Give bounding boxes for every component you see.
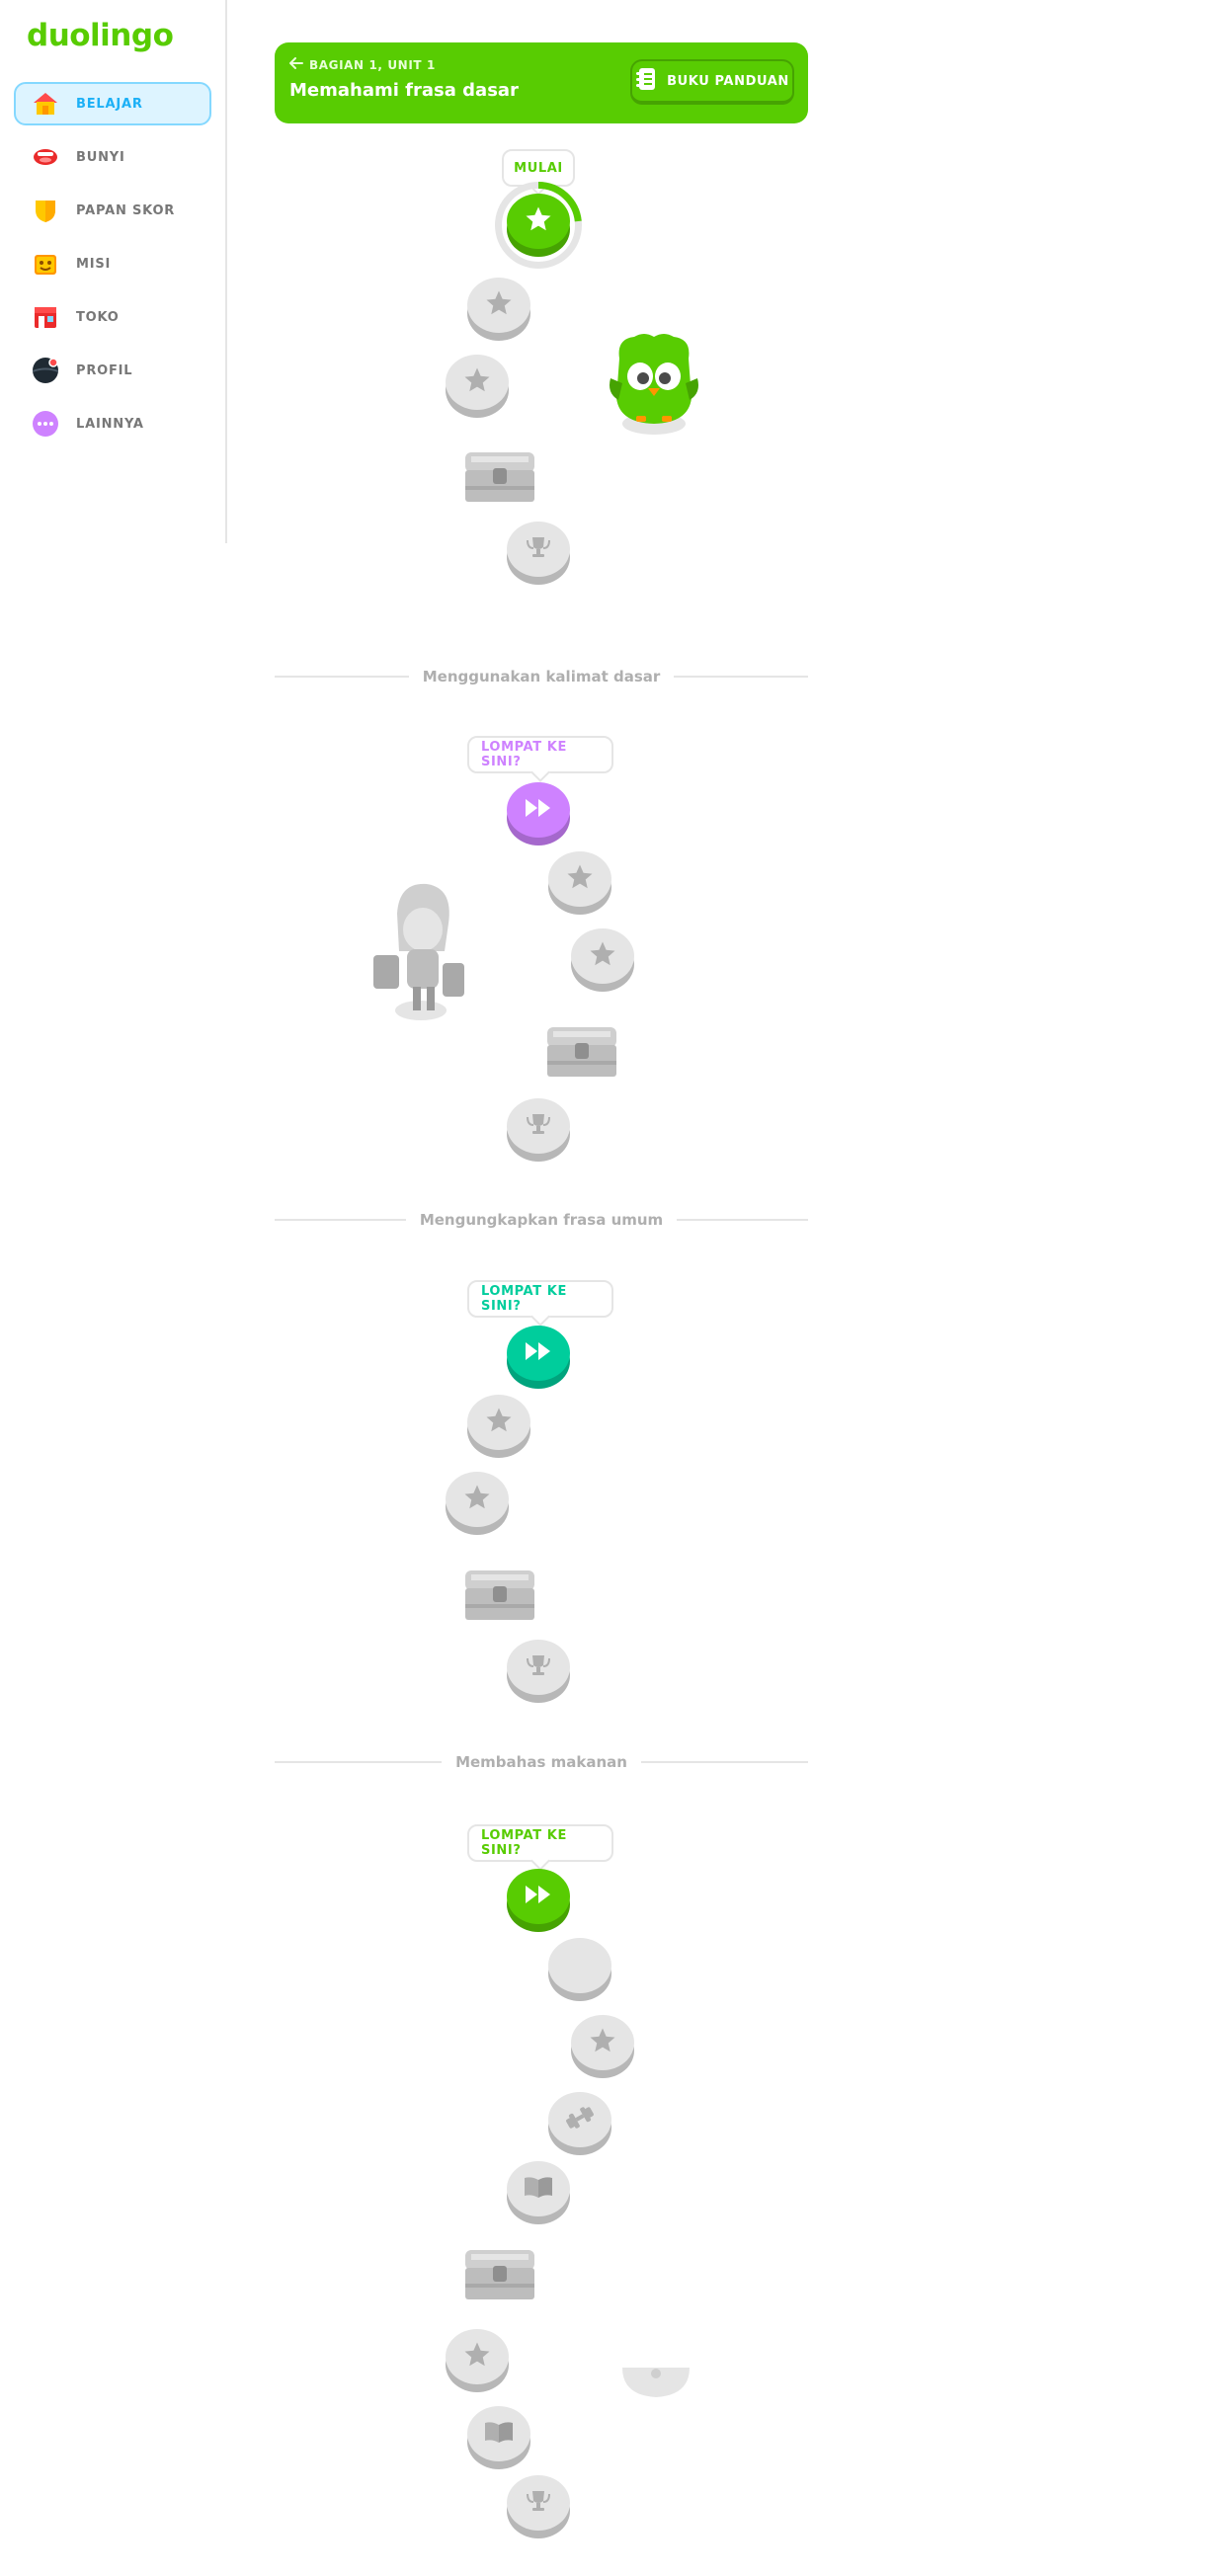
lesson-node-locked[interactable] <box>446 2329 509 2384</box>
lesson-node-locked[interactable] <box>571 928 634 984</box>
lesson-node-locked[interactable] <box>446 355 509 410</box>
arrow-left-icon <box>288 57 303 72</box>
sidebar-item-label: TOKO <box>76 309 120 325</box>
lesson-node-locked[interactable] <box>548 1938 611 1993</box>
treasure-chest-icon[interactable] <box>545 1017 618 1081</box>
sidebar-item-label: MISI <box>76 256 112 272</box>
sidebar-item-papan-skor[interactable]: PAPAN SKOR <box>14 189 211 232</box>
lesson-node-locked[interactable] <box>548 851 611 907</box>
star-icon <box>588 2026 617 2059</box>
jump-label: LOMPAT KE SINI? <box>481 1828 567 1858</box>
trophy-icon <box>524 2486 553 2520</box>
trophy-icon <box>524 1650 553 1684</box>
jump-node-section-3[interactable] <box>507 1326 570 1381</box>
unit-title: Memahami frasa dasar <box>289 80 519 101</box>
more-icon <box>30 408 61 440</box>
book-icon <box>523 2174 554 2204</box>
star-icon <box>462 2340 492 2374</box>
trophy-node-locked[interactable] <box>507 522 570 577</box>
trophy-node-locked[interactable] <box>507 2475 570 2531</box>
unit-back-link[interactable]: BAGIAN 1, UNIT 1 <box>288 57 436 72</box>
shield-icon <box>30 195 61 226</box>
treasure-chest-icon[interactable] <box>463 1561 536 1624</box>
sidebar-item-profil[interactable]: PROFIL <box>14 349 211 392</box>
practice-node-locked[interactable] <box>548 2092 611 2147</box>
sidebar-item-label: BUNYI <box>76 149 125 165</box>
star-icon <box>484 1406 514 1439</box>
jump-node-section-4[interactable] <box>507 1869 570 1924</box>
treasure-chest-icon[interactable] <box>463 443 536 506</box>
section-divider: Membahas makanan <box>275 1752 808 1772</box>
guidebook-button[interactable]: BUKU PANDUAN <box>630 59 794 105</box>
home-icon <box>30 88 61 120</box>
locked-character-illustration <box>373 883 464 1020</box>
divider-line <box>275 676 409 678</box>
trophy-node-locked[interactable] <box>507 1640 570 1695</box>
sidebar-item-toko[interactable]: TOKO <box>14 295 211 339</box>
jump-label: LOMPAT KE SINI? <box>481 1284 567 1314</box>
sidebar-item-misi[interactable]: MISI <box>14 242 211 285</box>
lesson-node-locked[interactable] <box>571 2015 634 2070</box>
fast-forward-icon <box>523 1883 554 1910</box>
divider-line <box>677 1219 809 1221</box>
duolingo-logo[interactable]: duolingo <box>27 18 174 53</box>
lesson-node-locked[interactable] <box>467 1395 530 1450</box>
star-icon <box>462 1483 492 1516</box>
shop-icon <box>30 301 61 333</box>
star-icon <box>588 939 617 973</box>
divider-line <box>275 1219 406 1221</box>
jump-tooltip[interactable]: LOMPAT KE SINI? <box>467 1824 613 1862</box>
sidebar-item-lainnya[interactable]: LAINNYA <box>14 402 211 445</box>
duo-owl-mascot <box>610 334 698 435</box>
divider-line <box>640 1761 808 1763</box>
mouth-icon <box>30 141 61 173</box>
jump-tooltip[interactable]: LOMPAT KE SINI? <box>467 1280 613 1318</box>
sidebar-item-label: LAINNYA <box>76 416 144 432</box>
sidebar-item-belajar[interactable]: BELAJAR <box>14 82 211 125</box>
story-node-locked[interactable] <box>467 2406 530 2461</box>
lesson-node-active[interactable] <box>507 194 570 249</box>
sidebar: duolingo BELAJAR BUNYI PAPAN SKOR MISI T… <box>0 0 227 543</box>
star-icon <box>484 288 514 322</box>
guidebook-label: BUKU PANDUAN <box>667 73 789 89</box>
star-icon <box>565 862 595 896</box>
unit-header: BAGIAN 1, UNIT 1 Memahami frasa dasar BU… <box>275 42 808 123</box>
trophy-icon <box>524 1109 553 1143</box>
fast-forward-icon <box>523 1339 554 1367</box>
fast-forward-icon <box>523 796 554 824</box>
section-divider: Menggunakan kalimat dasar <box>275 667 809 686</box>
start-label: MULAI <box>514 160 563 176</box>
star-icon <box>462 365 492 399</box>
jump-label: LOMPAT KE SINI? <box>481 740 567 769</box>
quest-chest-icon <box>30 248 61 280</box>
section-title: Membahas makanan <box>455 1753 627 1771</box>
trophy-node-locked[interactable] <box>507 1098 570 1154</box>
unit-subtitle: BAGIAN 1, UNIT 1 <box>309 57 436 72</box>
story-node-locked[interactable] <box>507 2161 570 2216</box>
section-divider: Mengungkapkan frasa umum <box>275 1210 809 1230</box>
star-icon <box>524 204 553 238</box>
trophy-icon <box>524 532 553 566</box>
section-title: Menggunakan kalimat dasar <box>422 668 661 685</box>
section-title: Mengungkapkan frasa umum <box>419 1211 664 1229</box>
lesson-node-locked[interactable] <box>467 278 530 333</box>
dumbbell-icon <box>564 2104 596 2135</box>
avatar-icon <box>30 355 61 386</box>
sidebar-item-bunyi[interactable]: BUNYI <box>14 135 211 179</box>
sidebar-item-label: PAPAN SKOR <box>76 202 176 218</box>
jump-tooltip[interactable]: LOMPAT KE SINI? <box>467 736 613 773</box>
sidebar-item-label: BELAJAR <box>76 96 143 112</box>
character-peek-illustration <box>622 2368 690 2397</box>
lesson-node-locked[interactable] <box>446 1472 509 1527</box>
jump-node-section-2[interactable] <box>507 782 570 838</box>
divider-line <box>275 1761 443 1763</box>
treasure-chest-icon[interactable] <box>463 2240 536 2303</box>
notebook-icon <box>635 67 657 95</box>
book-icon <box>483 2419 515 2449</box>
divider-line <box>674 676 809 678</box>
sidebar-item-label: PROFIL <box>76 362 133 378</box>
